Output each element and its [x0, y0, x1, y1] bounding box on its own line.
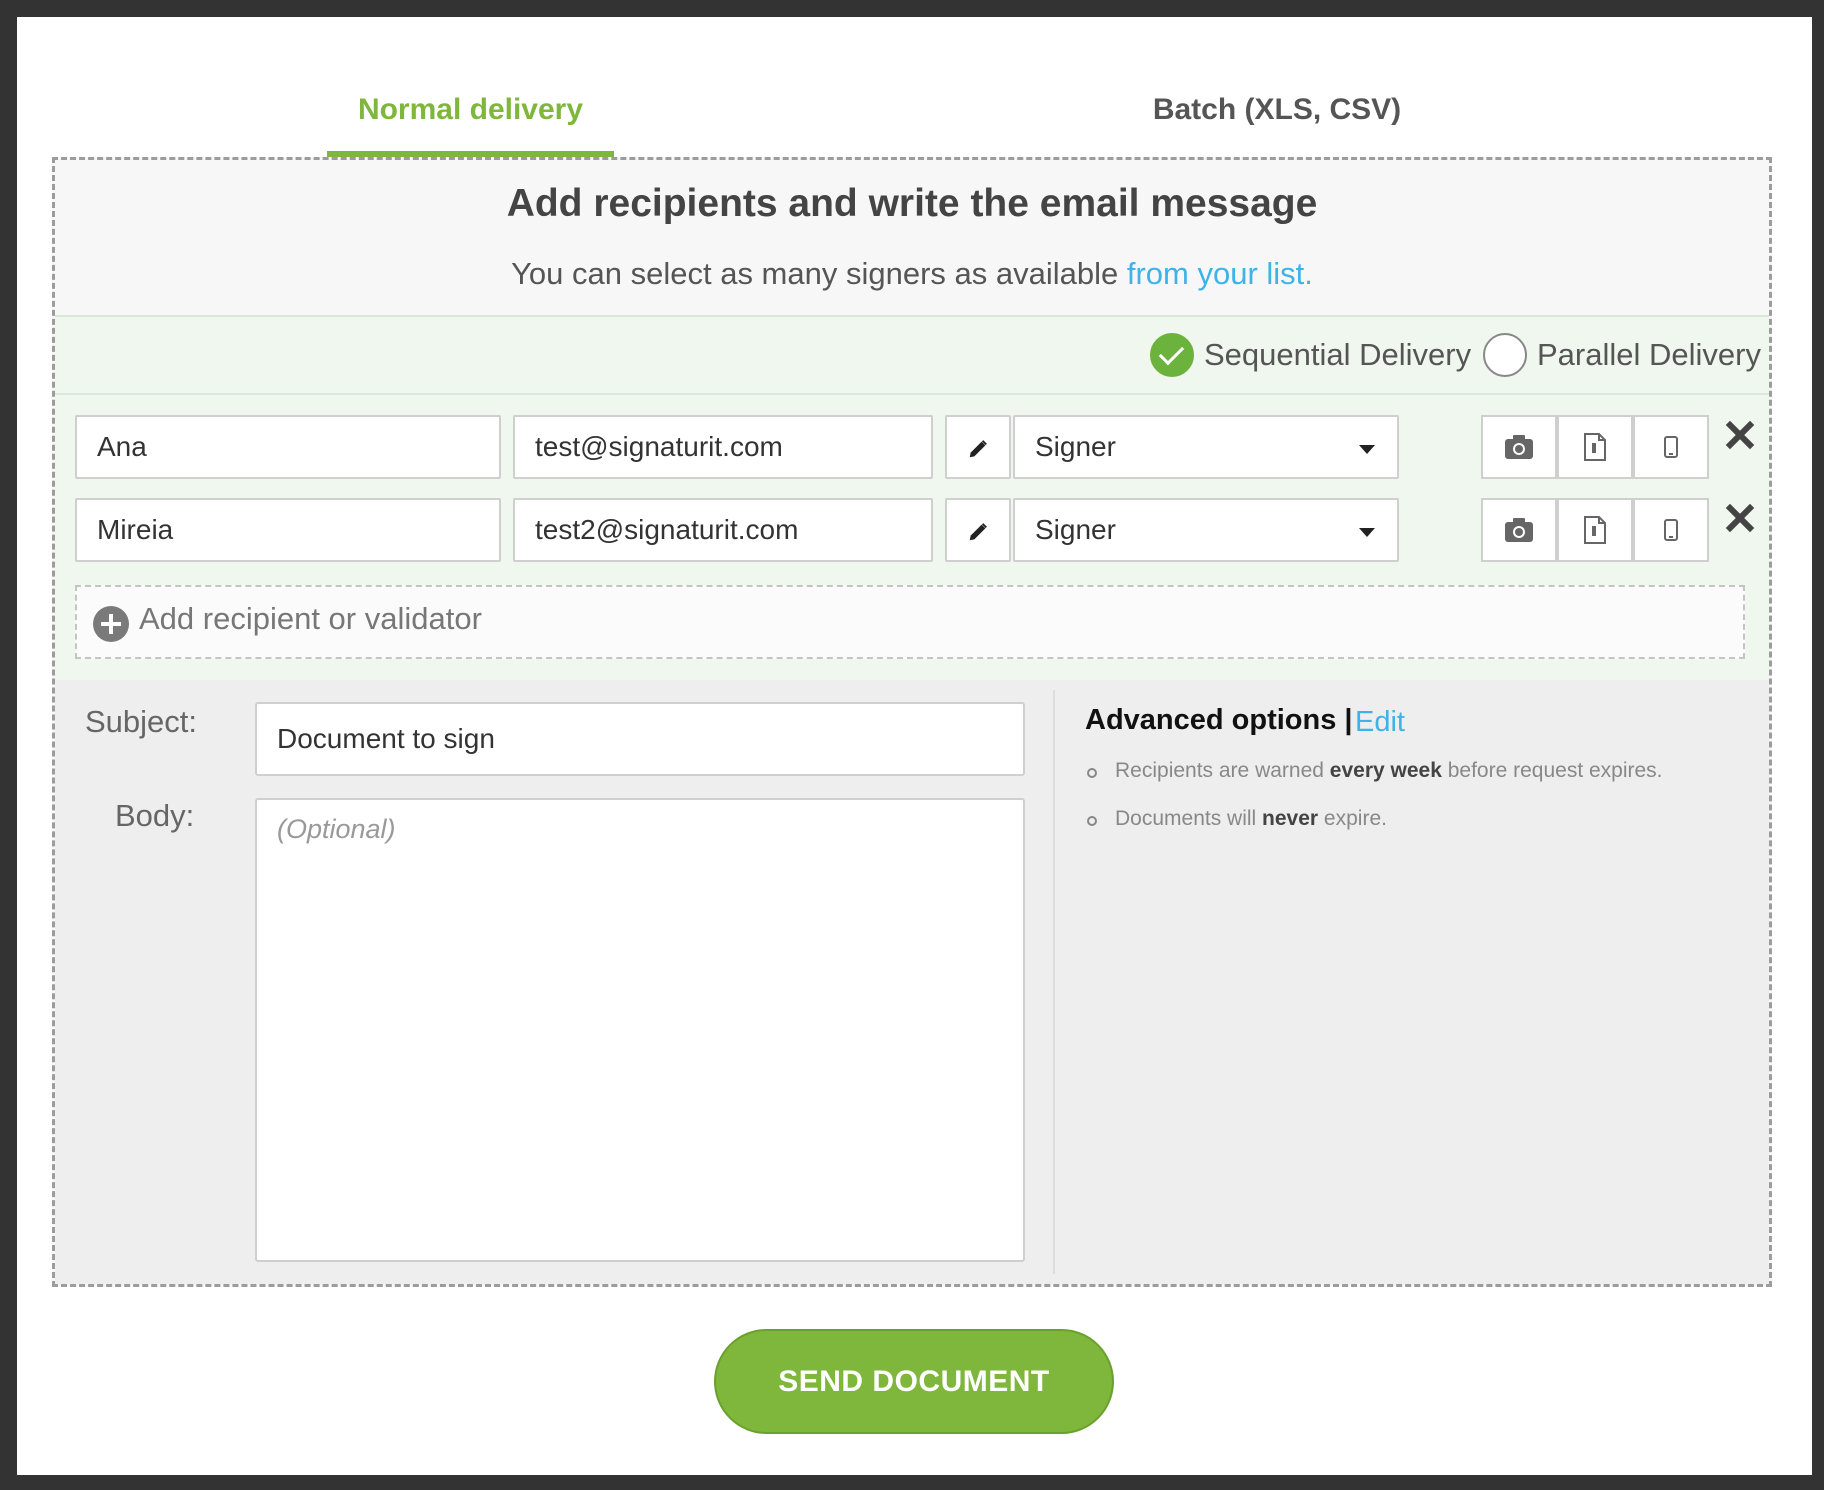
- pencil-icon: [969, 522, 987, 540]
- recipient-name-input[interactable]: Ana: [75, 415, 501, 479]
- recipients-dropzone: Add recipients and write the email messa…: [52, 157, 1772, 1287]
- pencil-icon: [969, 439, 987, 457]
- header-section: Add recipients and write the email messa…: [55, 160, 1769, 315]
- sequential-delivery-radio[interactable]: Sequential Delivery: [1150, 333, 1471, 377]
- plus-circle-icon: [93, 606, 129, 642]
- sms-option-button[interactable]: [1633, 415, 1709, 479]
- delivery-mode-bar: Sequential Delivery Parallel Delivery: [55, 317, 1769, 395]
- list-item: Documents will never expire.: [1085, 806, 1663, 832]
- add-recipient-button[interactable]: Add recipient or validator: [75, 585, 1745, 659]
- advanced-options-title: Advanced options |: [1085, 704, 1353, 736]
- send-panel: Normal delivery Batch (XLS, CSV) Add rec…: [17, 17, 1812, 1475]
- body-textarea[interactable]: (Optional): [255, 798, 1025, 1262]
- mobile-icon: [1664, 519, 1678, 541]
- attachment-option-button[interactable]: [1557, 415, 1633, 479]
- recipient-row: Ana test@signaturit.com Signer: [75, 415, 1755, 479]
- divider: [1053, 690, 1055, 1274]
- message-section: Subject: Document to sign Body: (Optiona…: [55, 680, 1769, 1284]
- recipients-section: Sequential Delivery Parallel Delivery An…: [55, 315, 1769, 680]
- from-list-link[interactable]: from your list.: [1127, 256, 1313, 291]
- caret-down-icon: [1359, 445, 1375, 454]
- close-icon: [1725, 420, 1755, 450]
- subject-input[interactable]: Document to sign: [255, 702, 1025, 776]
- parallel-delivery-radio[interactable]: Parallel Delivery: [1483, 333, 1761, 377]
- send-document-button[interactable]: SEND DOCUMENT: [714, 1329, 1114, 1434]
- tab-batch-delivery[interactable]: Batch (XLS, CSV): [1112, 72, 1442, 157]
- body-label: Body:: [115, 798, 195, 833]
- mobile-icon: [1664, 436, 1678, 458]
- photo-option-button[interactable]: [1481, 498, 1557, 562]
- subject-label: Subject:: [85, 704, 198, 739]
- attachment-option-button[interactable]: [1557, 498, 1633, 562]
- edit-recipient-button[interactable]: [945, 415, 1011, 479]
- close-icon: [1725, 503, 1755, 533]
- camera-icon: [1505, 518, 1533, 542]
- sms-option-button[interactable]: [1633, 498, 1709, 562]
- recipient-row: Mireia test2@signaturit.com Signer: [75, 498, 1755, 562]
- recipient-role-select[interactable]: Signer: [1013, 498, 1399, 562]
- remove-recipient-button[interactable]: [1720, 415, 1760, 455]
- document-attach-icon: [1584, 516, 1606, 544]
- remove-recipient-button[interactable]: [1720, 498, 1760, 538]
- tab-normal-delivery[interactable]: Normal delivery: [327, 72, 614, 157]
- caret-down-icon: [1359, 528, 1375, 537]
- list-item: Recipients are warned every week before …: [1085, 758, 1663, 784]
- photo-option-button[interactable]: [1481, 415, 1557, 479]
- recipient-email-input[interactable]: test2@signaturit.com: [513, 498, 933, 562]
- camera-icon: [1505, 435, 1533, 459]
- edit-recipient-button[interactable]: [945, 498, 1011, 562]
- section-subtitle: You can select as many signers as availa…: [511, 256, 1313, 291]
- document-attach-icon: [1584, 433, 1606, 461]
- advanced-options-list: Recipients are warned every week before …: [1085, 758, 1663, 854]
- radio-circle-icon: [1483, 333, 1527, 377]
- recipient-email-input[interactable]: test@signaturit.com: [513, 415, 933, 479]
- recipient-name-input[interactable]: Mireia: [75, 498, 501, 562]
- recipient-role-select[interactable]: Signer: [1013, 415, 1399, 479]
- advanced-options-edit-link[interactable]: Edit: [1355, 706, 1405, 739]
- check-icon: [1150, 333, 1194, 377]
- section-title: Add recipients and write the email messa…: [506, 182, 1318, 225]
